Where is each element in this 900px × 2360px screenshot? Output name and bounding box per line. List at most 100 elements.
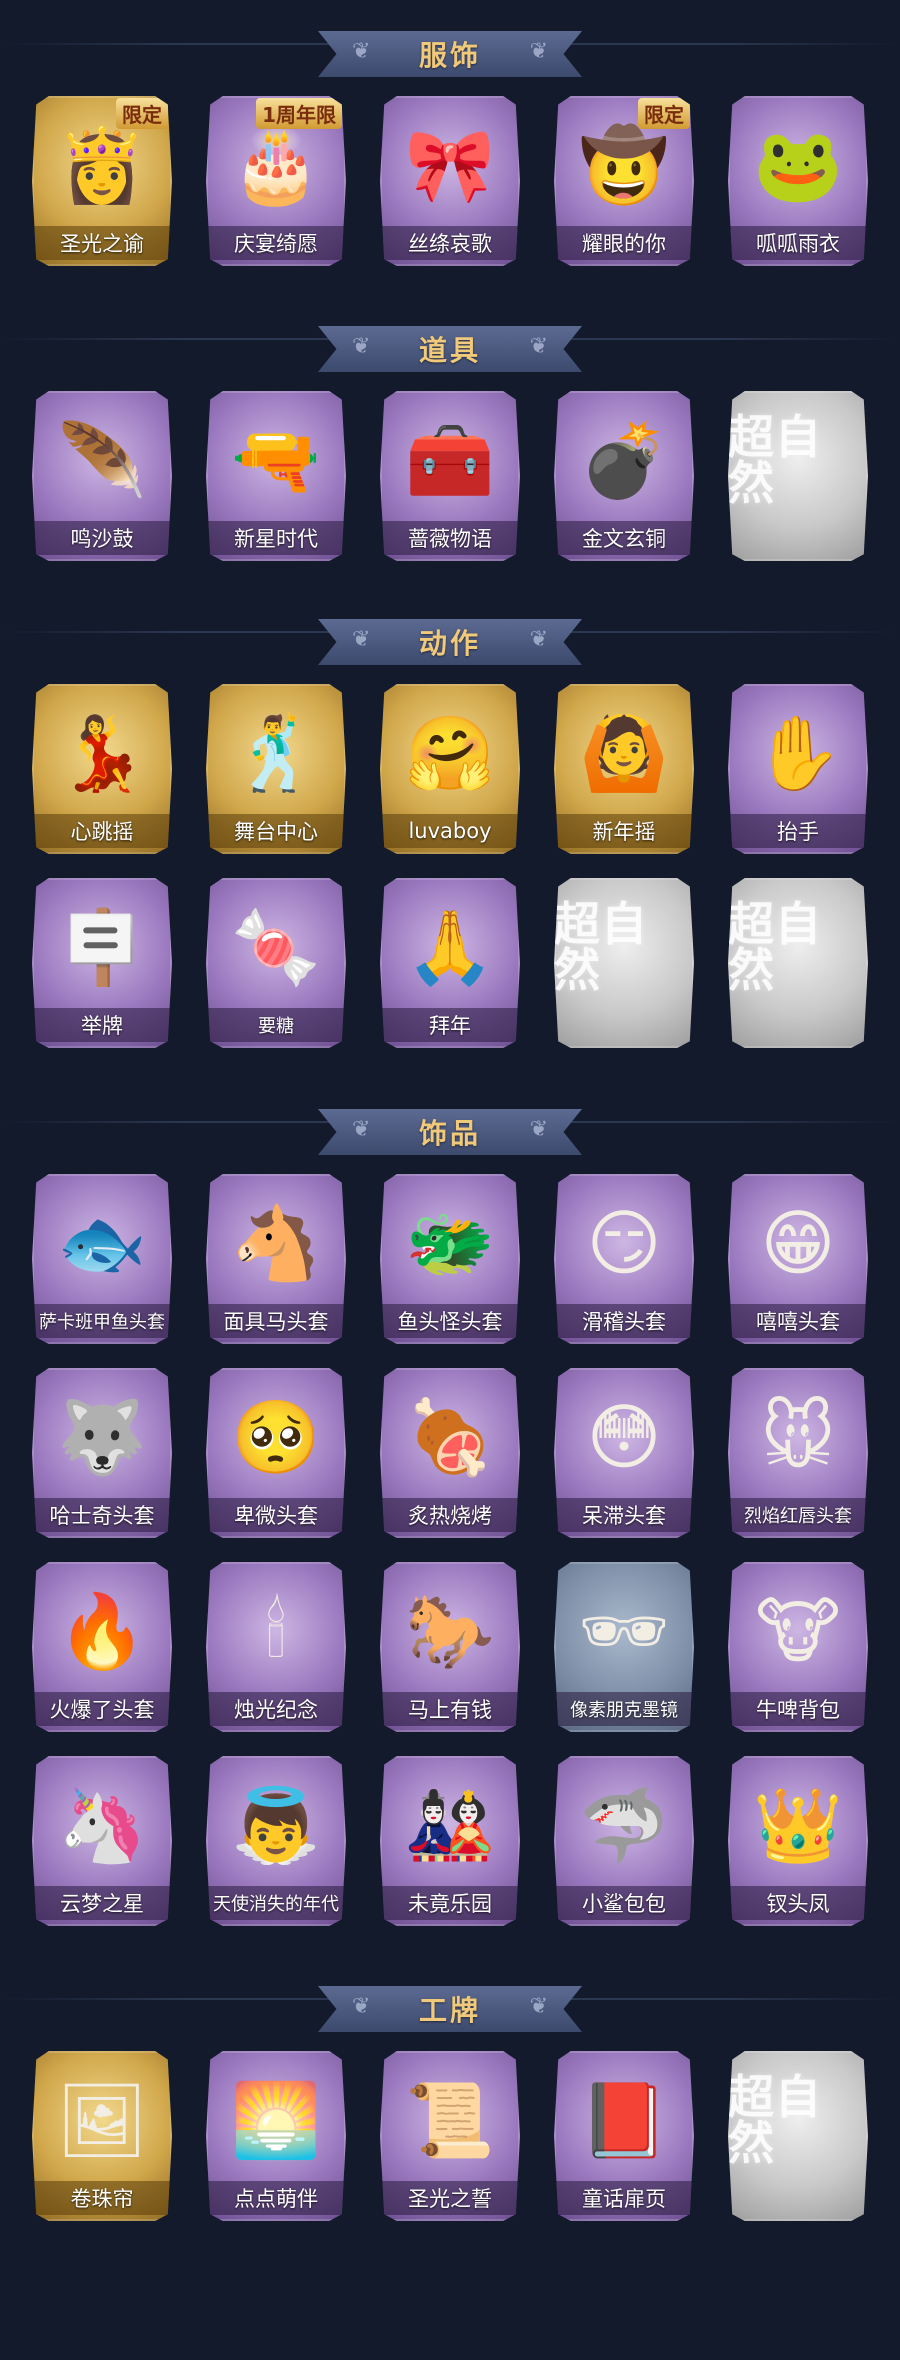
red-horse-icon: 🐎 [405, 1589, 495, 1673]
item-card[interactable]: 🍖 炙热烧烤 [380, 1368, 520, 1538]
ornament-left-icon: ❦ [352, 1994, 371, 2019]
item-label: 云梦之星 [60, 1892, 144, 1916]
item-card[interactable]: 😳 呆滞头套 [554, 1368, 694, 1538]
medkit-icon: 🧰 [405, 418, 495, 502]
item-label-bar: 圣光之谕 [32, 226, 172, 260]
item-label-bar: 庆宴绮愿 [206, 226, 346, 260]
section-title-banner: ❦ 工牌 ❦ [318, 1986, 582, 2032]
section-title-banner: ❦ 道具 ❦ [318, 326, 582, 372]
item-label-bar: 像素朋克墨镜 [554, 1692, 694, 1726]
item-card[interactable]: 🐴 面具马头套 [206, 1174, 346, 1344]
section-title: 工牌 [418, 1994, 481, 2027]
item-card[interactable]: 🍬 要糖 [206, 878, 346, 1048]
item-label-bar: 滑稽头套 [554, 1304, 694, 1338]
item-label-bar: 钗头凤 [728, 1886, 868, 1920]
item-label-bar: 卑微头套 [206, 1498, 346, 1532]
item-label-bar: 面具马头套 [206, 1304, 346, 1338]
item-card[interactable]: 🐭 烈焰红唇头套 [728, 1368, 868, 1538]
dreamcatcher-icon: 🪶 [57, 418, 147, 502]
item-label: 嘻嘻头套 [756, 1310, 840, 1334]
item-label: 像素朋克墨镜 [570, 1700, 678, 1721]
item-card[interactable]: 🌅 点点萌伴 [206, 2051, 346, 2221]
item-card[interactable]: 🐎 马上有钱 [380, 1562, 520, 1732]
fish-head-icon: 🐟 [57, 1201, 147, 1285]
item-card[interactable]: 超自然 [728, 2051, 868, 2221]
item-card[interactable]: 🙆 新年摇 [554, 684, 694, 854]
revolver-icon: 🔫 [231, 418, 321, 502]
section-title: 服饰 [418, 39, 481, 72]
ornament-right-icon: ❦ [529, 1994, 548, 2019]
ornament-right-icon: ❦ [529, 39, 548, 64]
item-card[interactable]: 🖼 卷珠帘 [32, 2051, 172, 2221]
item-card[interactable]: ✋ 抬手 [728, 684, 868, 854]
item-card[interactable]: 📜 圣光之誓 [380, 2051, 520, 2221]
greeting-pose-icon: 🙏 [405, 905, 495, 989]
humble-face-icon: 🥺 [231, 1395, 321, 1479]
item-card[interactable]: 👼 天使消失的年代 [206, 1756, 346, 1926]
item-card[interactable]: 🔥 火爆了头套 [32, 1562, 172, 1732]
item-card[interactable]: 😁 嘻嘻头套 [728, 1174, 868, 1344]
item-card[interactable]: 🐮 牛啤背包 [728, 1562, 868, 1732]
item-label-bar: 鱼头怪头套 [380, 1304, 520, 1338]
horse-head-icon: 🐴 [231, 1201, 321, 1285]
item-card[interactable]: 🕯 烛光纪念 [206, 1562, 346, 1732]
item-label-bar: 耀眼的你 [554, 226, 694, 260]
item-label: 面具马头套 [223, 1310, 329, 1334]
item-label: 哈士奇头套 [49, 1504, 155, 1528]
item-card[interactable]: 😏 滑稽头套 [554, 1174, 694, 1344]
item-card[interactable]: 💣 金文玄铜 [554, 391, 694, 561]
item-card[interactable]: 💃 心跳摇 [32, 684, 172, 854]
item-card[interactable]: 🎀 丝绦哀歌 [380, 96, 520, 266]
item-card[interactable]: 超自然 [728, 391, 868, 561]
ornament-right-icon: ❦ [529, 627, 548, 652]
limited-badge: 1周年限 [256, 98, 342, 129]
section-title-banner: ❦ 饰品 ❦ [318, 1109, 582, 1155]
item-card[interactable]: 🕺 舞台中心 [206, 684, 346, 854]
item-card[interactable]: 👑 钗头凤 [728, 1756, 868, 1926]
pixel-sunglasses-icon: 🕶 [578, 1589, 670, 1673]
item-card[interactable]: 🪶 鸣沙鼓 [32, 391, 172, 561]
item-card[interactable]: 🤗 luvaboy [380, 684, 520, 854]
unicorn-icon: 🦄 [57, 1783, 147, 1867]
item-card[interactable]: 👸 限定 圣光之谕 [32, 96, 172, 266]
ornament-left-icon: ❦ [352, 39, 371, 64]
ornament-left-icon: ❦ [352, 334, 371, 359]
item-label: 鱼头怪头套 [397, 1310, 503, 1334]
item-card[interactable]: 🙏 拜年 [380, 878, 520, 1048]
item-card[interactable]: 🎎 未竟乐园 [380, 1756, 520, 1926]
limited-badge: 限定 [116, 98, 168, 129]
item-card[interactable]: 🕶 像素朋克墨镜 [554, 1562, 694, 1732]
item-label: 马上有钱 [408, 1698, 492, 1722]
section-0: ❦ 服饰 ❦ 👸 限定 圣光之谕 🎂 1周年限 庆宴绮愿 🎀 丝绦哀歌 🤠 限定 耀眼的你 🐸 呱呱雨衣 [0, 0, 900, 266]
item-card[interactable]: 🦄 云梦之星 [32, 1756, 172, 1926]
item-card[interactable]: 🐟 萨卡班甲鱼头套 [32, 1174, 172, 1344]
item-label: 呱呱雨衣 [756, 232, 840, 256]
item-card[interactable]: 🐺 哈士奇头套 [32, 1368, 172, 1538]
item-card[interactable]: 超自然 [554, 878, 694, 1048]
item-card[interactable]: 超自然 [728, 878, 868, 1048]
item-label: 耀眼的你 [582, 232, 666, 256]
item-card[interactable]: 📕 童话扉页 [554, 2051, 694, 2221]
item-label: 小鲨包包 [582, 1892, 666, 1916]
item-card[interactable]: 🧰 蔷薇物语 [380, 391, 520, 561]
section-title-banner: ❦ 动作 ❦ [318, 619, 582, 665]
item-card[interactable]: 🔫 新星时代 [206, 391, 346, 561]
item-label: 新星时代 [234, 527, 318, 551]
item-label-bar: 呱呱雨衣 [728, 226, 868, 260]
item-card[interactable]: 🥺 卑微头套 [206, 1368, 346, 1538]
ornament-left-icon: ❦ [352, 627, 371, 652]
item-label-bar: 呆滞头套 [554, 1498, 694, 1532]
item-card[interactable]: 🐸 呱呱雨衣 [728, 96, 868, 266]
item-card[interactable]: 🤠 限定 耀眼的你 [554, 96, 694, 266]
holy-card-icon: 📜 [405, 2078, 495, 2162]
item-card[interactable]: 🪧 举牌 [32, 878, 172, 1048]
item-card[interactable]: 🐲 鱼头怪头套 [380, 1174, 520, 1344]
item-label-bar: 哈士奇头套 [32, 1498, 172, 1532]
section-2: ❦ 动作 ❦ 💃 心跳摇 🕺 舞台中心 🤗 luvaboy 🙆 新年摇 ✋ 抬手 🪧 举牌 🍬 要糖 🙏 拜年 超自然… [0, 588, 900, 1048]
item-label: 要糖 [258, 1016, 294, 1037]
grenade-icon: 💣 [579, 418, 669, 502]
grin-face-icon: 😁 [760, 1201, 836, 1285]
item-card[interactable]: 🎂 1周年限 庆宴绮愿 [206, 96, 346, 266]
item-label: 滑稽头套 [582, 1310, 666, 1334]
item-card[interactable]: 🦈 小鲨包包 [554, 1756, 694, 1926]
